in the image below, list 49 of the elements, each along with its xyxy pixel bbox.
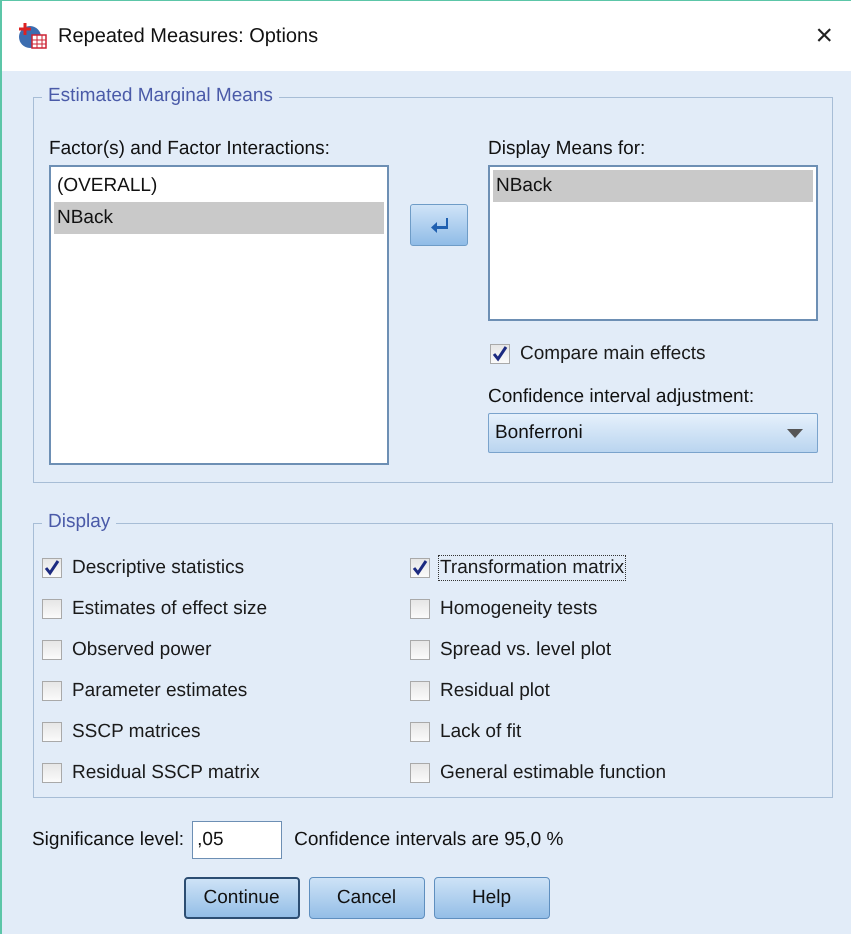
checkbox-label: Observed power [71, 638, 212, 662]
close-button[interactable]: × [809, 19, 839, 53]
arrow-icon [430, 217, 448, 233]
checkbox[interactable] [410, 598, 430, 618]
checkbox-label: Spread vs. level plot [439, 638, 612, 662]
checkbox[interactable] [42, 598, 62, 618]
checkbox[interactable] [410, 640, 430, 660]
checkbox-label: Residual plot [439, 678, 551, 702]
checkbox[interactable] [410, 762, 430, 782]
checkbox-label: Residual SSCP matrix [71, 760, 261, 784]
checkbox-label: Homogeneity tests [439, 596, 598, 620]
significance-field[interactable]: ,05 [192, 821, 282, 859]
confidence-note: Confidence intervals are 95,0 % [294, 829, 564, 851]
checkbox-label: Parameter estimates [71, 678, 248, 702]
checkbox-label: SSCP matrices [71, 720, 202, 744]
list-item[interactable]: NBack [493, 170, 813, 202]
dialog-button[interactable]: Cancel [308, 877, 424, 919]
group-title: Display [42, 511, 116, 533]
caret-icon [787, 428, 803, 438]
dialog-button[interactable]: Help [434, 877, 550, 919]
checkbox-label: Estimates of effect size [71, 596, 268, 620]
list-label: Display Means for: [488, 138, 646, 160]
adjustment-dropdown[interactable]: Bonferroni [488, 413, 818, 453]
checkbox-label: Lack of fit [439, 720, 522, 744]
checkbox[interactable] [42, 640, 62, 660]
checkbox[interactable] [410, 680, 430, 700]
checkbox-label: General estimable function [439, 760, 668, 784]
checkbox-label: Transformation matrix [438, 554, 626, 580]
checkbox[interactable] [410, 722, 430, 742]
checkbox-label: Descriptive statistics [71, 556, 246, 580]
means-list[interactable]: NBack [488, 165, 818, 321]
checkbox[interactable] [42, 680, 62, 700]
list-label: Factor(s) and Factor Interactions: [49, 138, 331, 160]
checkbox[interactable] [42, 558, 62, 578]
app-icon [18, 22, 48, 50]
checkbox-label: Compare main effects [519, 342, 707, 366]
checkbox[interactable] [42, 762, 62, 782]
field-label: Significance level: [32, 829, 184, 851]
move-button[interactable] [410, 204, 468, 246]
checkbox[interactable] [490, 344, 510, 364]
checkbox[interactable] [410, 558, 430, 578]
list-item[interactable]: NBack [54, 202, 384, 234]
group-title: Estimated Marginal Means [42, 85, 279, 107]
checkbox[interactable] [42, 722, 62, 742]
list-item[interactable]: (OVERALL) [54, 170, 384, 202]
dialog-button[interactable]: Continue [184, 877, 300, 919]
dropdown-label: Confidence interval adjustment: [488, 386, 756, 408]
window-title: Repeated Measures: Options [58, 24, 320, 48]
factor-list[interactable]: (OVERALL) NBack [49, 165, 389, 465]
